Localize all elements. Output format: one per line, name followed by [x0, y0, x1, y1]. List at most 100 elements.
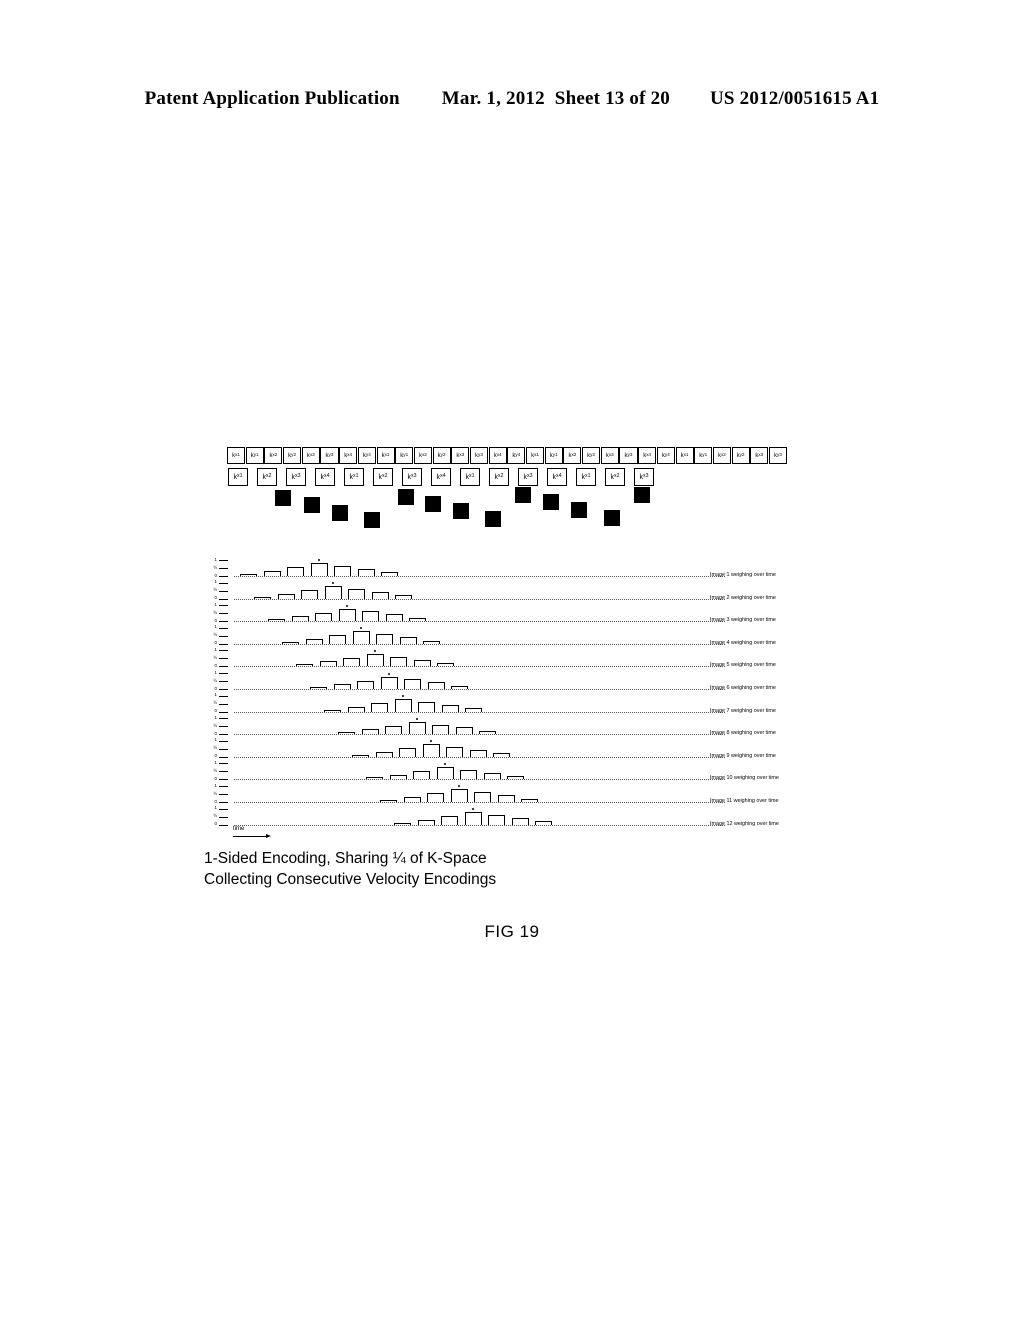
- caption-line-2: Collecting Consecutive Velocity Encoding…: [204, 871, 497, 888]
- kspace-segment-square: [398, 489, 414, 505]
- waveform-pulse: [305, 638, 323, 644]
- waveform-series-label: Image 3 weighing over time: [710, 617, 776, 624]
- waveform-pulse: [240, 574, 257, 576]
- y-axis-tick-label: ½: [213, 767, 217, 773]
- y-axis-tick: [219, 681, 228, 682]
- y-axis-tick-label: 0: [214, 617, 217, 623]
- waveform-pulse: [521, 798, 538, 802]
- y-axis-tick-label: ½: [213, 654, 217, 660]
- waveform-pulse: [427, 682, 445, 689]
- waveform-pulse: [399, 637, 417, 644]
- waveform-peak-marker: [374, 649, 376, 652]
- waveform-pulse: [399, 748, 416, 757]
- y-axis-tick: [219, 605, 228, 607]
- waveform-pulse: [403, 797, 421, 802]
- y-axis-tick: [219, 756, 228, 758]
- waveform-row: 1 ½ 0 Image 5 weighing over time: [205, 646, 805, 668]
- waveform-y-axis: 1 ½ 0: [205, 624, 235, 646]
- waveform-row: 1 ½ 0 Image 12 weighing over time: [205, 805, 805, 827]
- y-axis-tick: [219, 808, 228, 810]
- y-axis-tick-label: 1: [214, 759, 217, 765]
- y-axis-tick: [219, 771, 228, 773]
- waveform-pulse: [324, 709, 341, 712]
- waveform-pulse: [352, 631, 370, 644]
- y-axis-tick-label: 1: [214, 805, 217, 811]
- waveform-pulse: [497, 795, 515, 802]
- waveform-peak-marker: [458, 785, 460, 788]
- y-axis-tick-label: 1: [214, 692, 217, 698]
- y-axis-tick-label: 1: [214, 579, 217, 585]
- waveform-peak-marker: [402, 694, 404, 697]
- time-arrow-icon: [233, 834, 271, 839]
- waveform-row: 1 ½ 0 Image 9 weighing over time: [205, 737, 805, 759]
- y-axis-tick: [219, 666, 228, 668]
- waveform-y-axis: 1 ½ 0: [205, 646, 235, 668]
- waveform-pulse: [362, 611, 379, 622]
- waveform-row: 1 ½ 0 Image 3 weighing over time: [205, 601, 805, 623]
- waveform-pulse: [375, 751, 393, 757]
- waveform-row: 1 ½ 0 Image 2 weighing over time: [205, 579, 805, 600]
- waveform-pulse: [423, 640, 440, 644]
- waveform-pulse: [464, 812, 482, 825]
- y-axis-tick: [219, 779, 228, 781]
- y-axis-tick-label: ½: [213, 677, 217, 683]
- waveform-pulse: [334, 566, 351, 576]
- waveform-pulse: [381, 572, 398, 576]
- waveform-series-label: Image 9 weighing over time: [710, 752, 776, 759]
- y-axis-tick-label: 1: [214, 556, 217, 562]
- waveform-pulse: [324, 586, 342, 599]
- waveform-baseline: [234, 689, 725, 690]
- waveform-pulse: [352, 754, 369, 757]
- waveform-baseline: [234, 824, 725, 826]
- waveform-pulse: [417, 819, 435, 825]
- figure-label: FIG 19: [484, 922, 540, 941]
- waveform-row: 1 ½ 0 Image 1 weighing over time: [205, 556, 805, 578]
- waveform-baseline: [234, 779, 725, 781]
- waveform-pulse: [479, 730, 496, 735]
- waveform-pulse: [371, 591, 389, 599]
- caption-line-1: 1-Sided Encoding, Sharing ¼ of K-Space: [204, 850, 487, 867]
- y-axis-tick-label: 1: [214, 646, 217, 652]
- waveform-pulse: [413, 770, 430, 780]
- waveform-baseline: [234, 734, 725, 736]
- waveform-y-axis: 1 ½ 0: [205, 805, 235, 827]
- waveform-series-label: Image 11 weighing over time: [710, 798, 779, 804]
- waveform-baseline: [234, 802, 725, 803]
- kspace-segment-square: [425, 496, 441, 512]
- waveform-pulse: [254, 596, 271, 599]
- waveform-pulse: [347, 706, 365, 712]
- y-axis-tick-label: ½: [213, 700, 217, 706]
- y-axis-tick: [219, 763, 228, 765]
- y-axis-tick: [219, 786, 228, 787]
- waveform-pulse: [296, 664, 313, 667]
- waveform-pulse: [319, 661, 337, 667]
- y-axis-tick: [219, 650, 228, 652]
- waveform-pulse: [380, 800, 397, 802]
- y-axis-tick-label: ½: [213, 632, 217, 638]
- waveform-y-axis: 1 ½ 0: [205, 556, 235, 578]
- y-axis-tick-label: 1: [214, 624, 217, 630]
- y-axis-tick-label: 0: [214, 640, 217, 646]
- waveform-peak-marker: [318, 559, 320, 562]
- y-axis-tick-label: ½: [213, 564, 217, 570]
- kspace-segment-square: [304, 497, 320, 513]
- waveform-peak-marker: [332, 582, 334, 585]
- y-axis-tick: [219, 794, 228, 795]
- y-axis-tick: [219, 824, 228, 826]
- waveform-pulse: [357, 680, 374, 689]
- kspace-segment-square: [515, 487, 531, 503]
- waveform-baseline: [234, 756, 725, 758]
- waveform-panel: 1 ½ 0 Image 1 weighing over time 1 ½ 0 Image 2 …: [205, 556, 805, 836]
- waveform-pulse: [385, 725, 402, 735]
- kspace-segment-square: [275, 490, 291, 506]
- waveform-pulse: [376, 634, 393, 644]
- waveform-pulse: [404, 679, 421, 689]
- waveform-pulse: [446, 747, 463, 757]
- waveform-series-label: Image 10 weighing over time: [710, 775, 779, 782]
- waveform-baseline: [234, 576, 725, 577]
- figure-caption: 1-Sided Encoding, Sharing ¼ of K-Space C…: [204, 848, 724, 890]
- y-axis-tick: [219, 695, 228, 697]
- y-axis-tick-label: 0: [214, 798, 217, 804]
- waveform-baseline: [234, 621, 725, 623]
- waveform-series-label: Image 6 weighing over time: [710, 685, 776, 691]
